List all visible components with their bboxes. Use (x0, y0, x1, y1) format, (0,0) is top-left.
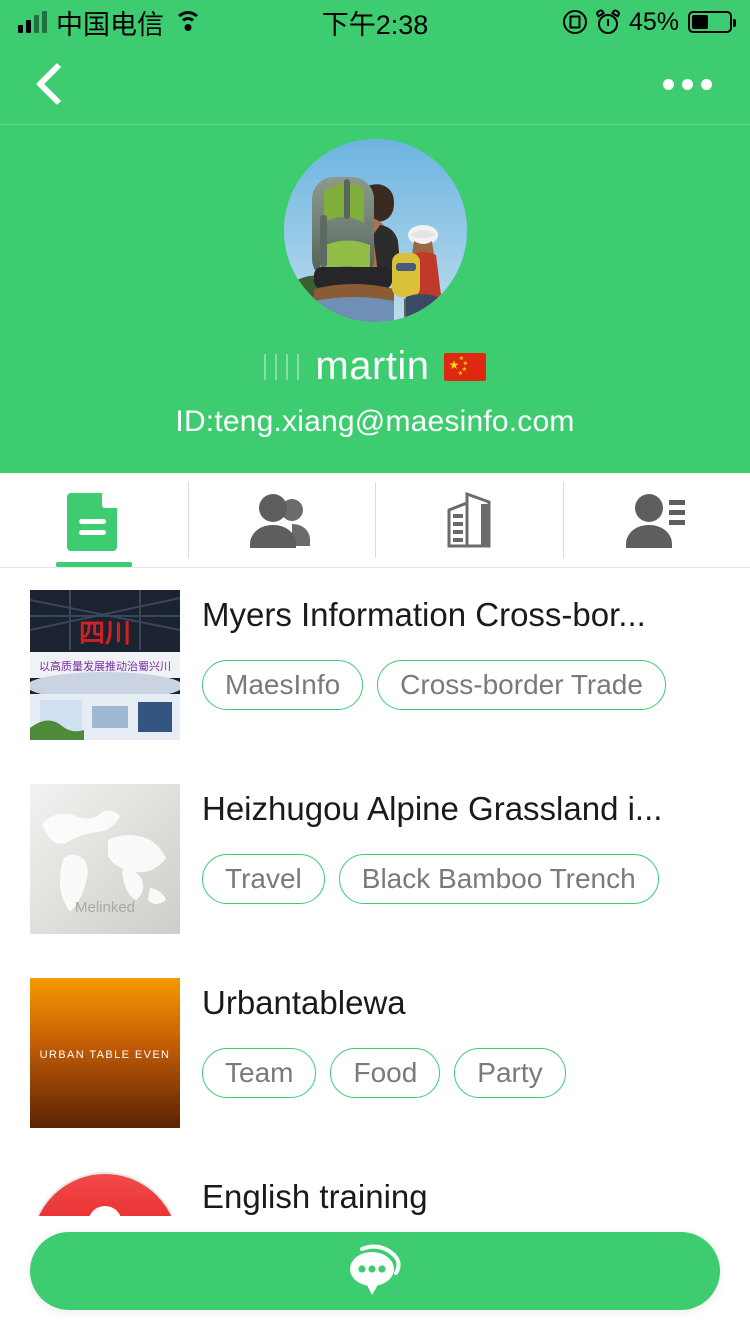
tag[interactable]: Travel (202, 854, 325, 904)
svg-text:Melinked: Melinked (75, 899, 135, 916)
username-label: martin (315, 344, 429, 389)
document-icon (65, 489, 123, 551)
user-id-label: ID:teng.xiang@maesinfo.com (175, 405, 574, 439)
alarm-clock-icon (596, 10, 620, 34)
username-row: martin ★ ★ ★ ★ ★ (264, 344, 485, 389)
more-horizontal-icon[interactable] (653, 69, 722, 100)
list-item-thumbnail: Melinked (30, 784, 180, 934)
person-list-icon (625, 492, 687, 548)
tag[interactable]: Food (330, 1048, 440, 1098)
list-item-body: Urbantablewa Team Food Party (202, 978, 750, 1098)
svg-text:以高质量发展推动治蜀兴川: 以高质量发展推动治蜀兴川 (39, 659, 171, 673)
building-icon (441, 490, 497, 550)
tab-groups[interactable] (188, 473, 376, 567)
tab-bar (0, 473, 750, 568)
tag[interactable]: Team (202, 1048, 316, 1098)
list-item[interactable]: Melinked Heizhugou Alpine Grassland i...… (0, 762, 750, 956)
list-item[interactable]: URBAN TABLE EVEN Urbantablewa Team Food … (0, 956, 750, 1150)
list-item-tags: MaesInfo Cross-border Trade (202, 660, 750, 710)
status-bar: 中国电信 下午2:38 45% (0, 0, 750, 44)
tag[interactable]: Party (454, 1048, 565, 1098)
profile-header: martin ★ ★ ★ ★ ★ ID:teng.xiang@maesinfo.… (0, 125, 750, 473)
list-item-body: Myers Information Cross-bor... MaesInfo … (202, 590, 750, 710)
tab-documents[interactable] (0, 473, 188, 567)
rotation-lock-icon (563, 10, 587, 34)
battery-icon (688, 11, 732, 33)
china-flag-icon: ★ ★ ★ ★ ★ (444, 353, 486, 381)
list-item-tags: Team Food Party (202, 1048, 750, 1098)
chat-bubble-icon (344, 1243, 406, 1299)
list-item-title: Myers Information Cross-bor... (202, 596, 750, 634)
list-item[interactable]: 四川 以高质量发展推动治蜀兴川 Myers Information Cross-… (0, 568, 750, 762)
list-item-title: Heizhugou Alpine Grassland i... (202, 790, 750, 828)
back-icon[interactable] (28, 60, 76, 108)
list-item-body: Heizhugou Alpine Grassland i... Travel B… (202, 784, 750, 904)
tag[interactable]: Black Bamboo Trench (339, 854, 659, 904)
avatar[interactable] (284, 139, 467, 322)
status-bar-right: 45% (563, 8, 732, 37)
tag[interactable]: Cross-border Trade (377, 660, 666, 710)
list-item-tags: Travel Black Bamboo Trench (202, 854, 750, 904)
content-list: 四川 以高质量发展推动治蜀兴川 Myers Information Cross-… (0, 568, 750, 1344)
battery-percent-label: 45% (629, 8, 679, 37)
navigation-bar (0, 44, 750, 125)
list-item-title: English training (202, 1178, 750, 1216)
chat-button[interactable] (30, 1232, 720, 1310)
list-item-thumbnail: 四川 以高质量发展推动治蜀兴川 (30, 590, 180, 740)
svg-text:URBAN TABLE EVEN: URBAN TABLE EVEN (40, 1049, 171, 1061)
svg-text:四川: 四川 (79, 619, 131, 648)
active-tab-indicator (56, 562, 132, 567)
list-item-thumbnail: URBAN TABLE EVEN (30, 978, 180, 1128)
name-prefix-marks (264, 354, 299, 380)
signal-bars-icon (18, 11, 47, 33)
list-item-title: Urbantablewa (202, 984, 750, 1022)
tab-contacts[interactable] (563, 473, 750, 567)
carrier-label: 中国电信 (56, 3, 164, 42)
tab-company[interactable] (375, 473, 563, 567)
tag[interactable]: MaesInfo (202, 660, 363, 710)
status-bar-left: 中国电信 (18, 3, 203, 42)
wifi-icon (173, 11, 203, 33)
people-group-icon (249, 492, 313, 548)
